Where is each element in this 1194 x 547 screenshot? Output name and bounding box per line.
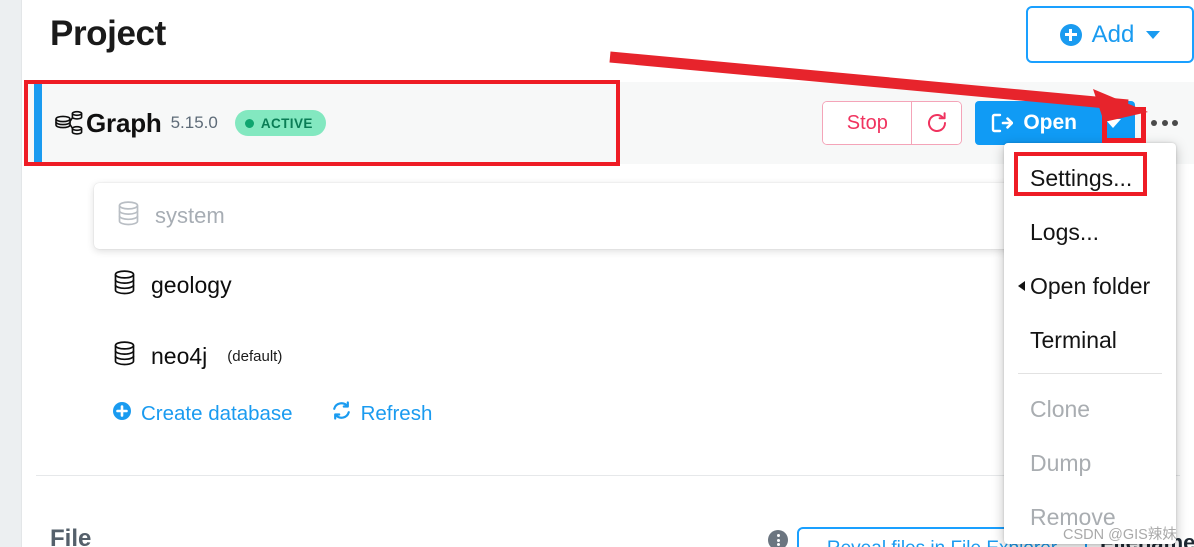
plus-circle-icon [112, 401, 132, 427]
page-title: Project [50, 14, 166, 53]
database-icon [116, 200, 141, 232]
chevron-down-icon[interactable] [1146, 30, 1161, 39]
instance-name: Graph [86, 107, 162, 138]
info-circle-icon [768, 530, 788, 547]
menu-item-label: Clone [1030, 395, 1091, 422]
menu-item-logs[interactable]: Logs... [1004, 205, 1176, 259]
menu-item-label: Settings... [1030, 164, 1133, 191]
database-default-tag: (default) [227, 347, 283, 365]
status-badge-label: ACTIVE [260, 115, 313, 131]
open-button-label: Open [1023, 111, 1077, 134]
graph-database-icon [54, 109, 84, 137]
menu-separator [1018, 373, 1162, 374]
database-name: geology [151, 271, 232, 298]
menu-item-terminal[interactable]: Terminal [1004, 313, 1176, 367]
create-database-label: Create database [141, 401, 293, 425]
database-icon [112, 340, 137, 372]
open-button[interactable]: Open [975, 101, 1091, 145]
instance-version: 5.15.0 [170, 113, 218, 132]
create-database-button[interactable]: Create database [112, 401, 293, 427]
kebab-dot [1161, 120, 1168, 126]
stop-restart-group: Stop [822, 101, 963, 145]
refresh-icon [331, 400, 352, 427]
menu-item-dump: Dump [1004, 436, 1176, 490]
app-window: Project Add Graph 5.15.0 ACTIVE Stop Ope… [0, 0, 1194, 547]
stop-button[interactable]: Stop [823, 102, 912, 144]
open-button-group[interactable]: Open [975, 101, 1135, 145]
kebab-more-icon[interactable] [1151, 120, 1178, 126]
database-card-selected[interactable]: system [94, 183, 1036, 249]
menu-item-label: Logs... [1030, 218, 1100, 245]
open-dropdown-toggle[interactable] [1091, 101, 1135, 145]
database-name: system [155, 203, 225, 228]
kebab-dot [1172, 120, 1178, 126]
database-list-item-geology[interactable]: geology [112, 265, 232, 305]
caret-down-icon [1105, 118, 1121, 128]
restart-button[interactable] [911, 102, 962, 144]
open-external-icon [992, 113, 1014, 133]
menu-item-label: Terminal [1030, 326, 1117, 353]
file-section-heading: File [50, 525, 92, 547]
menu-item-settings[interactable]: Settings... [1004, 151, 1176, 205]
open-context-menu: Settings... Logs... Open folder Terminal… [1004, 143, 1176, 544]
database-actions: Create database Refresh [112, 400, 432, 427]
add-button[interactable]: Add [1026, 6, 1194, 63]
menu-item-label: Dump [1030, 449, 1092, 476]
submenu-arrow-icon [1018, 281, 1025, 291]
watermark: CSDN @GIS辣妹 [1063, 527, 1177, 543]
status-dot-icon [244, 118, 254, 128]
database-icon [112, 269, 137, 301]
database-list-item-neo4j[interactable]: neo4j (default) [112, 336, 282, 376]
status-badge: ACTIVE [234, 110, 326, 136]
left-scroll-gutter [0, 0, 22, 547]
plus-circle-icon [1059, 23, 1082, 46]
menu-item-label: Open folder [1030, 272, 1151, 299]
menu-item-clone: Clone [1004, 382, 1176, 436]
instance-info: Graph 5.15.0 ACTIVE [54, 82, 326, 164]
refresh-icon [927, 112, 946, 132]
menu-item-open-folder[interactable]: Open folder [1004, 259, 1176, 313]
database-name: neo4j [151, 342, 208, 369]
kebab-dot [1151, 120, 1157, 126]
refresh-label: Refresh [360, 401, 433, 425]
add-button-label: Add [1091, 20, 1135, 48]
refresh-button[interactable]: Refresh [331, 400, 433, 427]
instance-accent-bar [34, 84, 42, 162]
